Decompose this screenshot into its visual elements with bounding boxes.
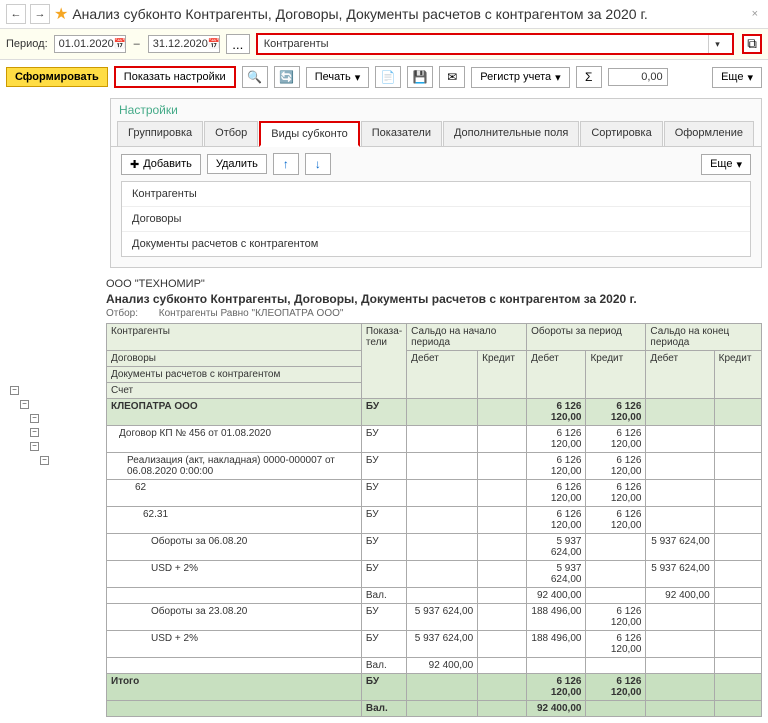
- email-button[interactable]: ✉: [439, 66, 465, 88]
- list-item[interactable]: Договоры: [122, 207, 750, 232]
- generate-button[interactable]: Сформировать: [6, 67, 108, 87]
- sum-icon[interactable]: Σ: [576, 66, 602, 88]
- close-icon[interactable]: ×: [748, 8, 762, 20]
- print-button[interactable]: Печать ▾: [306, 67, 370, 88]
- tree-toggle[interactable]: −: [30, 414, 39, 423]
- move-down-button[interactable]: ↓: [305, 153, 331, 175]
- refresh-button[interactable]: 🔄: [274, 66, 300, 88]
- report-grid: Контрагенты Показа- тели Сальдо на начал…: [106, 323, 762, 717]
- tab-4[interactable]: Дополнительные поля: [443, 121, 579, 146]
- period-label: Период:: [6, 38, 48, 50]
- report-org: ООО "ТЕХНОМИР": [106, 278, 762, 290]
- doc-icon[interactable]: 📄: [375, 66, 401, 88]
- list-item[interactable]: Контрагенты: [122, 182, 750, 207]
- add-button[interactable]: ✚ Добавить: [121, 154, 201, 175]
- report-filter: Отбор: Контрагенты Равно "КЛЕОПАТРА ООО": [106, 308, 762, 319]
- tree-toggle[interactable]: −: [10, 386, 19, 395]
- tab-1[interactable]: Отбор: [204, 121, 258, 146]
- tab-0[interactable]: Группировка: [117, 121, 203, 146]
- tree-toggle[interactable]: −: [20, 400, 29, 409]
- tab-6[interactable]: Оформление: [664, 121, 754, 146]
- tab-2[interactable]: Виды субконто: [259, 121, 359, 147]
- subkonto-input[interactable]: Контрагенты ▾: [256, 33, 734, 55]
- tab-3[interactable]: Показатели: [361, 121, 442, 146]
- open-subkonto-button[interactable]: ⧉: [742, 34, 762, 54]
- tree-toggle[interactable]: −: [30, 442, 39, 451]
- forward-button[interactable]: →: [30, 4, 50, 24]
- save-button[interactable]: 💾: [407, 66, 433, 88]
- settings-title: Настройки: [111, 99, 761, 121]
- settings-more-button[interactable]: Еще ▾: [701, 154, 751, 175]
- show-settings-button[interactable]: Показать настройки: [114, 66, 236, 88]
- tree-toggle[interactable]: −: [30, 428, 39, 437]
- settings-panel: Настройки ГруппировкаОтборВиды субконтоП…: [110, 98, 762, 268]
- search-button[interactable]: 🔍: [242, 66, 268, 88]
- back-button[interactable]: ←: [6, 4, 26, 24]
- period-select-button[interactable]: ...: [226, 34, 250, 54]
- calendar-icon[interactable]: 📅: [114, 39, 126, 50]
- delete-button[interactable]: Удалить: [207, 154, 267, 174]
- favorite-icon[interactable]: ★: [54, 4, 68, 24]
- page-title: Анализ субконто Контрагенты, Договоры, Д…: [72, 6, 743, 22]
- register-button[interactable]: Регистр учета ▾: [471, 67, 569, 88]
- move-up-button[interactable]: ↑: [273, 153, 299, 175]
- tree-toggle[interactable]: −: [40, 456, 49, 465]
- date-to-input[interactable]: 31.12.2020📅: [148, 35, 220, 53]
- report-title: Анализ субконто Контрагенты, Договоры, Д…: [106, 290, 762, 308]
- sum-field[interactable]: 0,00: [608, 68, 668, 86]
- dropdown-icon[interactable]: ▾: [708, 35, 726, 53]
- tab-5[interactable]: Сортировка: [580, 121, 662, 146]
- calendar-icon[interactable]: 📅: [208, 39, 220, 50]
- more-button[interactable]: Еще ▾: [712, 67, 762, 88]
- date-from-input[interactable]: 01.01.2020📅: [54, 35, 126, 53]
- list-item[interactable]: Документы расчетов с контрагентом: [122, 232, 750, 256]
